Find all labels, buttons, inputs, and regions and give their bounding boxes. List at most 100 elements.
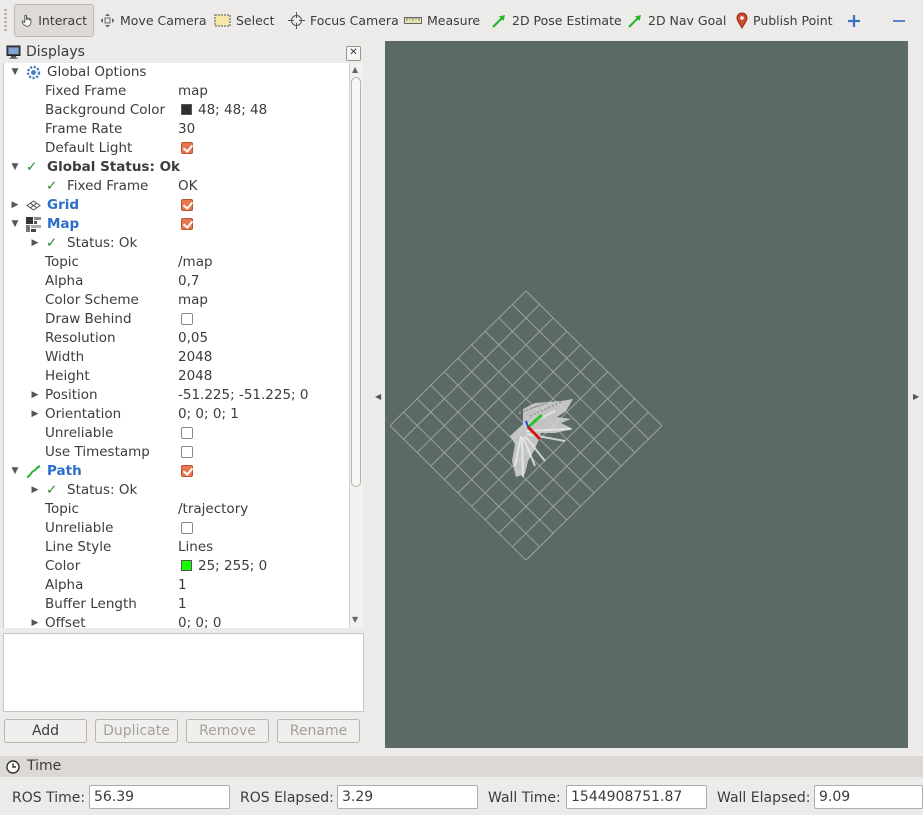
duplicate-display-button[interactable]: Duplicate <box>95 719 178 743</box>
select-tool-button[interactable]: Select <box>214 4 275 37</box>
tree-row-height[interactable]: Height 2048 <box>4 367 351 386</box>
wall-elapsed-field[interactable]: 9.09 <box>814 785 923 809</box>
tree-row-map-topic[interactable]: Topic /map <box>4 253 351 272</box>
tree-row-map-unreliable[interactable]: Unreliable <box>4 424 351 443</box>
ros-time-field[interactable]: 56.39 <box>89 785 230 809</box>
displays-tree[interactable]: ▼ Global Options Fixed Frame map Backgro… <box>3 63 351 628</box>
color-value[interactable]: 48; 48; 48 <box>181 101 267 120</box>
tree-value[interactable]: 1 <box>178 595 187 614</box>
tree-row-map-status[interactable]: ▶ ✓ Status: Ok <box>4 234 351 253</box>
expand-arrow-icon[interactable]: ▶ <box>30 405 40 424</box>
tree-label: Status: Ok <box>67 482 138 498</box>
tree-label: Alpha <box>45 273 84 289</box>
checkbox[interactable] <box>181 465 193 477</box>
tree-row-width[interactable]: Width 2048 <box>4 348 351 367</box>
tree-value[interactable]: /trajectory <box>178 500 248 519</box>
tree-row-resolution[interactable]: Resolution 0,05 <box>4 329 351 348</box>
tree-row-path[interactable]: ▼ Path <box>4 462 351 481</box>
measure-tool-button[interactable]: Measure <box>404 4 480 37</box>
expand-arrow-icon[interactable]: ▶ <box>30 234 40 253</box>
expand-arrow-icon[interactable]: ▼ <box>10 63 20 82</box>
close-panel-button[interactable]: ✕ <box>346 46 361 61</box>
select-box-icon <box>214 14 231 27</box>
tree-value[interactable]: 30 <box>178 120 195 139</box>
checkbox[interactable] <box>181 142 193 154</box>
tree-row-path-color[interactable]: Color 25; 255; 0 <box>4 557 351 576</box>
tree-label: Orientation <box>45 406 122 422</box>
tree-value[interactable]: map <box>178 82 208 101</box>
collapse-right-arrow-icon[interactable]: ▶ <box>913 392 919 401</box>
expand-arrow-icon[interactable]: ▼ <box>10 462 20 481</box>
tree-value[interactable]: /map <box>178 253 213 272</box>
move-camera-tool-button[interactable]: Move Camera <box>100 4 207 37</box>
checkbox[interactable] <box>181 218 193 230</box>
tree-row-grid[interactable]: ▶ Grid <box>4 196 351 215</box>
tree-row-buffer-length[interactable]: Buffer Length 1 <box>4 595 351 614</box>
tree-row-path-topic[interactable]: Topic /trajectory <box>4 500 351 519</box>
tree-row-color-scheme[interactable]: Color Scheme map <box>4 291 351 310</box>
tree-row-default-light[interactable]: Default Light <box>4 139 351 158</box>
tree-row-background-color[interactable]: Background Color 48; 48; 48 <box>4 101 351 120</box>
expand-arrow-icon[interactable]: ▶ <box>30 481 40 500</box>
interact-tool-button[interactable]: Interact <box>14 4 94 37</box>
ros-elapsed-field[interactable]: 3.29 <box>337 785 478 809</box>
tree-row-position[interactable]: ▶ Position -51.225; -51.225; 0 <box>4 386 351 405</box>
checkbox[interactable] <box>181 522 193 534</box>
remove-tool-button[interactable] <box>892 4 906 37</box>
tree-row-draw-behind[interactable]: Draw Behind <box>4 310 351 329</box>
move-camera-icon <box>100 13 115 28</box>
expand-arrow-icon[interactable]: ▶ <box>10 196 20 215</box>
publish-point-tool-button[interactable]: Publish Point <box>736 4 833 37</box>
tree-label: Status: Ok <box>67 235 138 251</box>
wall-time-field[interactable]: 1544908751.87 <box>566 785 707 809</box>
tree-row-orientation[interactable]: ▶ Orientation 0; 0; 0; 1 <box>4 405 351 424</box>
tree-row-fixed-frame-status[interactable]: ✓ Fixed Frame OK <box>4 177 351 196</box>
tree-row-path-alpha[interactable]: Alpha 1 <box>4 576 351 595</box>
grid-icon <box>26 200 41 211</box>
expand-arrow-icon[interactable]: ▶ <box>30 386 40 405</box>
tree-row-fixed-frame[interactable]: Fixed Frame map <box>4 82 351 101</box>
toolbar-grip[interactable] <box>4 9 7 31</box>
checkbox[interactable] <box>181 313 193 325</box>
tree-value[interactable]: Lines <box>178 538 213 557</box>
expand-arrow-icon[interactable]: ▼ <box>10 158 20 177</box>
tree-row-path-unreliable[interactable]: Unreliable <box>4 519 351 538</box>
scrollbar-thumb[interactable] <box>351 77 361 487</box>
expand-arrow-icon[interactable]: ▶ <box>30 614 40 628</box>
tree-value[interactable]: 0,7 <box>178 272 199 291</box>
add-display-button[interactable]: Add <box>4 719 87 743</box>
expand-arrow-icon[interactable]: ▼ <box>10 215 20 234</box>
tree-row-use-timestamp[interactable]: Use Timestamp <box>4 443 351 462</box>
tree-label: Position <box>45 387 98 403</box>
tree-row-global-options[interactable]: ▼ Global Options <box>4 63 351 82</box>
tree-row-offset[interactable]: ▶ Offset 0; 0; 0 <box>4 614 351 628</box>
remove-display-button[interactable]: Remove <box>186 719 269 743</box>
checkbox[interactable] <box>181 446 193 458</box>
displays-scrollbar[interactable]: ▲ ▼ <box>349 63 363 628</box>
tree-label: Resolution <box>45 330 116 346</box>
tree-row-frame-rate[interactable]: Frame Rate 30 <box>4 120 351 139</box>
collapse-left-arrow-icon[interactable]: ◀ <box>375 392 381 401</box>
map-occupancy-blob <box>510 399 573 478</box>
focus-camera-tool-button[interactable]: Focus Camera <box>288 4 399 37</box>
checkbox[interactable] <box>181 199 193 211</box>
scroll-down-arrow-icon[interactable]: ▼ <box>352 615 358 624</box>
checkbox[interactable] <box>181 427 193 439</box>
tree-value[interactable]: map <box>178 291 208 310</box>
render-viewport[interactable] <box>385 41 908 748</box>
tree-row-map[interactable]: ▼ Map <box>4 215 351 234</box>
tree-value[interactable]: 1 <box>178 576 187 595</box>
pose-estimate-tool-button[interactable]: 2D Pose Estimate <box>491 4 622 37</box>
tree-row-path-status[interactable]: ▶ ✓ Status: Ok <box>4 481 351 500</box>
nav-goal-tool-button[interactable]: 2D Nav Goal <box>627 4 726 37</box>
tree-row-map-alpha[interactable]: Alpha 0,7 <box>4 272 351 291</box>
tree-row-line-style[interactable]: Line Style Lines <box>4 538 351 557</box>
rename-display-button[interactable]: Rename <box>277 719 360 743</box>
scroll-up-arrow-icon[interactable]: ▲ <box>352 65 358 74</box>
close-icon: ✕ <box>349 47 358 58</box>
main-toolbar: Interact Move Camera Select Focus Camera… <box>0 0 923 41</box>
add-tool-button[interactable] <box>847 4 861 37</box>
clock-icon <box>6 760 20 774</box>
tree-row-global-status[interactable]: ▼ ✓ Global Status: Ok <box>4 158 351 177</box>
color-value[interactable]: 25; 255; 0 <box>181 557 267 576</box>
